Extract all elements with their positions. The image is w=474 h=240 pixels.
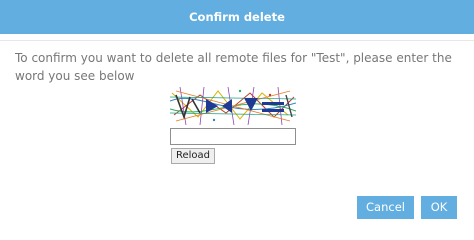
title-divider	[0, 40, 474, 41]
cancel-button[interactable]: Cancel	[357, 196, 414, 219]
dialog-title: Confirm delete	[189, 10, 285, 24]
captcha-image	[170, 87, 296, 125]
captcha-svg	[170, 87, 296, 125]
reload-button[interactable]: Reload	[171, 148, 215, 164]
dialog-title-bar: Confirm delete	[0, 0, 474, 34]
confirm-delete-dialog: Confirm delete To confirm you want to de…	[0, 0, 474, 240]
confirm-message: To confirm you want to delete all remote…	[15, 51, 452, 83]
ok-button[interactable]: OK	[421, 196, 457, 219]
captcha-input[interactable]	[170, 128, 296, 145]
